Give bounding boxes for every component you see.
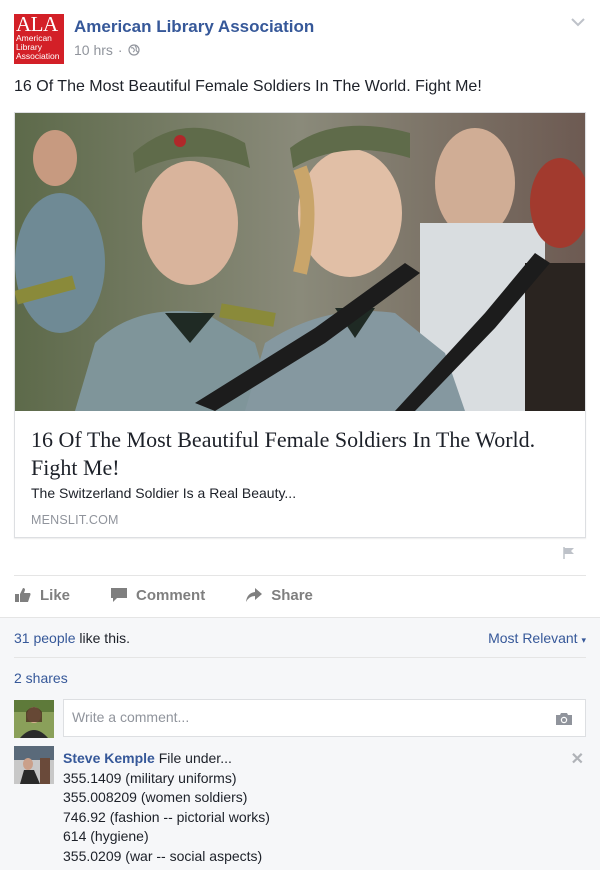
comment-text-line: 614 (hygiene) xyxy=(63,828,149,844)
likes-summary: 31 people like this. xyxy=(14,630,130,646)
post-actions-bar: Like Comment Share xyxy=(14,582,353,608)
commenter-avatar[interactable] xyxy=(14,746,54,784)
link-title[interactable]: 16 Of The Most Beautiful Female Soldiers… xyxy=(31,426,576,482)
actions-divider xyxy=(14,575,586,576)
comment-line-first: Steve Kemple File under... xyxy=(63,749,543,769)
meta-separator: · xyxy=(117,42,123,58)
user-avatar[interactable] xyxy=(14,700,54,738)
chevron-down-icon[interactable] xyxy=(570,16,586,28)
likes-suffix: like this. xyxy=(75,630,130,646)
globe-icon xyxy=(127,44,140,56)
logo-acronym: ALA xyxy=(16,14,58,36)
comment-text-line: File under... xyxy=(158,750,232,766)
comment-bubble-icon xyxy=(111,588,128,602)
post-timestamp[interactable]: 10 hrs xyxy=(74,42,113,58)
facebook-post: ALA American Library Association America… xyxy=(0,0,600,870)
page-avatar-logo[interactable]: ALA American Library Association xyxy=(14,14,64,64)
like-label: Like xyxy=(40,586,71,604)
link-domain: MENSLIT.COM xyxy=(31,513,119,527)
comment-input[interactable]: Write a comment... xyxy=(63,699,586,737)
post-meta: 10 hrs · xyxy=(74,42,140,58)
comment-label: Comment xyxy=(136,586,206,604)
comment-button[interactable]: Comment xyxy=(110,582,205,608)
comment-body: Steve Kemple File under... 355.1409 (mil… xyxy=(63,749,543,866)
comment-sort-dropdown[interactable]: Most Relevant ▾ xyxy=(488,630,586,646)
feedback-section: 31 people like this. Most Relevant ▾ 2 s… xyxy=(0,617,600,870)
likes-count-link[interactable]: 31 people xyxy=(14,630,76,646)
page-name-link[interactable]: American Library Association xyxy=(74,17,314,37)
like-button[interactable]: Like xyxy=(14,582,70,608)
logo-line-3: Association xyxy=(16,51,60,61)
close-icon[interactable]: ✕ xyxy=(571,749,584,769)
shares-link[interactable]: 2 shares xyxy=(14,670,68,686)
thumbs-up-icon xyxy=(15,588,31,602)
share-button[interactable]: Share xyxy=(245,582,313,608)
camera-icon[interactable] xyxy=(555,712,573,726)
comment-text-line: 355.0209 (war -- social aspects) xyxy=(63,847,263,864)
comment-text-line: 355.008209 (women soldiers) xyxy=(63,789,248,805)
comment-text-line: 355.1409 (military uniforms) xyxy=(63,769,237,786)
caret-down-icon: ▾ xyxy=(581,635,586,645)
link-preview-image[interactable] xyxy=(15,113,585,411)
comment-text-line: 746.92 (fashion -- pictorial works) xyxy=(63,808,270,825)
flag-icon[interactable] xyxy=(562,546,576,560)
sort-label: Most Relevant xyxy=(488,630,578,646)
link-description: The Switzerland Soldier Is a Real Beauty… xyxy=(31,485,297,501)
share-label: Share xyxy=(271,586,313,604)
comment-author-link[interactable]: Steve Kemple xyxy=(63,750,155,766)
likes-divider xyxy=(14,657,586,658)
comment-input-placeholder: Write a comment... xyxy=(72,709,190,725)
post-caption: 16 Of The Most Beautiful Female Soldiers… xyxy=(14,78,482,95)
share-arrow-icon xyxy=(246,588,263,602)
link-preview-card[interactable]: 16 Of The Most Beautiful Female Soldiers… xyxy=(14,112,586,538)
